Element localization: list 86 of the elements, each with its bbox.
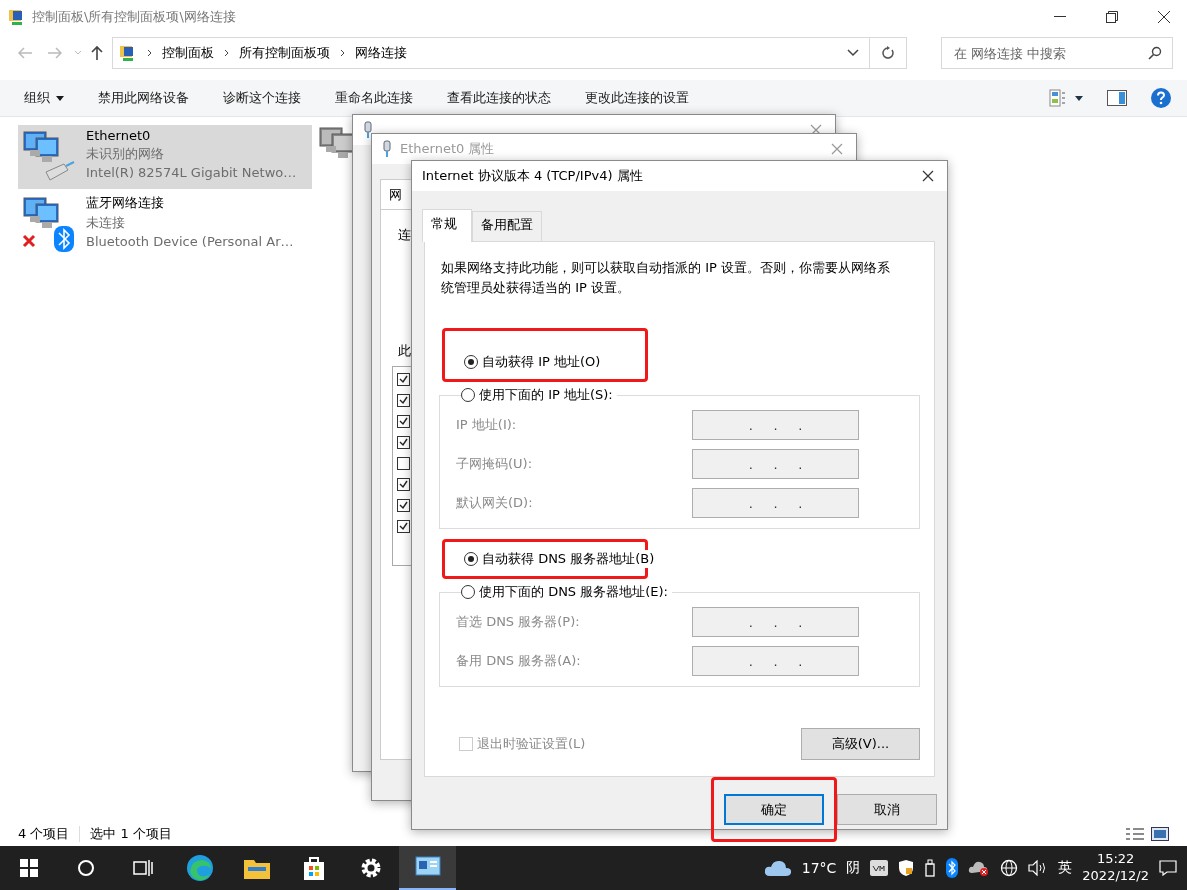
details-view-icon[interactable] xyxy=(1125,827,1145,841)
tab[interactable]: 常规 xyxy=(422,209,472,242)
connection-item[interactable]: Ethernet0 未识别的网络 Intel(R) 82574L Gigabit Netwo… xyxy=(18,125,312,189)
dialog-title: Internet 协议版本 4 (TCP/IPv4) 属性 xyxy=(422,167,644,185)
taskbar-app-button[interactable] xyxy=(399,846,456,890)
temperature[interactable]: 17°C xyxy=(801,860,837,876)
checkbox[interactable] xyxy=(397,499,410,512)
vm-tools-icon[interactable] xyxy=(870,860,889,876)
toolbar-menu[interactable]: 组织 xyxy=(24,89,64,107)
cloud-icon[interactable] xyxy=(763,859,792,877)
minimize-icon[interactable] xyxy=(1054,16,1066,18)
control-panel-icon[interactable] xyxy=(414,856,441,878)
bluetooth-network-icon xyxy=(20,194,76,252)
connection-item[interactable]: 蓝牙网络连接 未连接 Bluetooth Device (Personal Ar… xyxy=(18,191,312,255)
view-options-icon[interactable] xyxy=(1049,89,1083,107)
toolbar-button[interactable]: 查看此连接的状态 xyxy=(447,89,551,107)
item-count: 4 个项目 xyxy=(18,825,70,843)
refresh-icon[interactable] xyxy=(881,46,895,60)
caret-icon[interactable] xyxy=(56,95,64,101)
clock[interactable]: 15:22 2022/12/2 xyxy=(1082,851,1149,885)
shield-icon[interactable] xyxy=(898,859,915,877)
network-adapter-icon xyxy=(382,140,392,158)
globe-icon[interactable] xyxy=(1000,859,1019,877)
description-text: 如果网络支持此功能，则可以获取自动指派的 IP 设置。否则，你需要从网络系统管理员处获得适当的 IP 设置。 xyxy=(441,259,891,297)
device-name: Bluetooth Device (Personal Ar… xyxy=(86,234,294,249)
selection-count: 选中 1 个项目 xyxy=(90,825,172,843)
checkbox[interactable] xyxy=(397,415,410,428)
field-label: IP 地址(I): xyxy=(456,416,518,434)
large-icons-view-icon[interactable] xyxy=(1151,827,1169,841)
connection-name: 蓝牙网络连接 xyxy=(86,194,165,212)
windows-logo-icon[interactable] xyxy=(19,859,38,877)
notification-icon[interactable] xyxy=(1159,860,1177,876)
help-icon[interactable] xyxy=(1151,88,1171,108)
weather-text[interactable]: 阴 xyxy=(846,859,861,877)
advanced-button[interactable]: 高级(V)... xyxy=(801,728,920,760)
breadcrumb[interactable]: 网络连接 xyxy=(355,44,407,62)
ok-button[interactable]: 确定 xyxy=(724,794,824,825)
field-label: 子网掩码(U): xyxy=(456,455,534,473)
breadcrumb[interactable]: 控制面板 xyxy=(162,44,214,62)
field-label: 备用 DNS 服务器(A): xyxy=(456,652,582,670)
close-icon[interactable] xyxy=(922,170,934,182)
cloud-error-icon[interactable] xyxy=(968,860,991,876)
field-label: 默认网关(D): xyxy=(456,494,534,512)
chevron-down-icon[interactable] xyxy=(847,49,859,57)
field-label: 连 xyxy=(398,226,411,244)
device-name: Intel(R) 82574L Gigabit Netwo… xyxy=(86,165,297,180)
chevron-right-icon xyxy=(147,49,152,57)
browser-icon[interactable] xyxy=(185,854,214,882)
checkbox[interactable] xyxy=(397,373,410,386)
toolbar-button[interactable]: 禁用此网络设备 xyxy=(98,89,189,107)
checkbox[interactable] xyxy=(397,457,410,470)
search-icon xyxy=(1148,46,1162,60)
preview-pane-icon[interactable] xyxy=(1107,90,1127,106)
connection-status: 未连接 xyxy=(86,214,126,232)
network-adapter-icon xyxy=(363,121,373,139)
checkbox[interactable] xyxy=(397,478,410,491)
checkbox[interactable] xyxy=(397,436,410,449)
task-view-icon[interactable] xyxy=(132,859,153,877)
usb-drive-icon[interactable] xyxy=(924,859,937,877)
dialog-title: Ethernet0 属性 xyxy=(400,140,496,158)
window-title: 控制面板\所有控制面板项\网络连接 xyxy=(32,8,237,26)
chevron-right-icon xyxy=(340,49,345,57)
chevron-right-icon xyxy=(224,49,229,57)
restore-icon[interactable] xyxy=(1106,11,1118,23)
up-arrow-icon[interactable] xyxy=(90,45,104,61)
checkbox[interactable] xyxy=(397,520,410,533)
circle-icon[interactable] xyxy=(76,859,95,877)
connection-status: 未识别的网络 xyxy=(86,145,165,163)
cancel-button[interactable]: 取消 xyxy=(837,794,937,825)
tab[interactable]: 备用配置 xyxy=(472,211,542,241)
breadcrumb[interactable]: 所有控制面板项 xyxy=(239,44,330,62)
connection-name: Ethernet0 xyxy=(86,128,152,143)
address-bar[interactable]: 控制面板 所有控制面板项 网络连接 xyxy=(112,37,907,69)
search-field[interactable]: 在 网络连接 中搜索 xyxy=(952,44,1148,62)
toolbar-button[interactable]: 重命名此连接 xyxy=(335,89,413,107)
field-label: 首选 DNS 服务器(P): xyxy=(456,613,581,631)
bluetooth-icon[interactable] xyxy=(946,858,959,878)
input-method-indicator[interactable]: 英 xyxy=(1058,859,1073,877)
radio-option[interactable]: 使用下面的 DNS 服务器地址(E): xyxy=(461,583,672,601)
radio-option[interactable]: 使用下面的 IP 地址(S): xyxy=(461,386,617,404)
toolbar-button[interactable]: 更改此连接的设置 xyxy=(585,89,689,107)
checkbox[interactable] xyxy=(397,394,410,407)
toolbar-button[interactable]: 诊断这个连接 xyxy=(223,89,301,107)
search-box[interactable]: 在 网络连接 中搜索 xyxy=(941,37,1173,69)
close-icon[interactable] xyxy=(1157,10,1171,24)
field-label: 此 xyxy=(398,342,411,360)
